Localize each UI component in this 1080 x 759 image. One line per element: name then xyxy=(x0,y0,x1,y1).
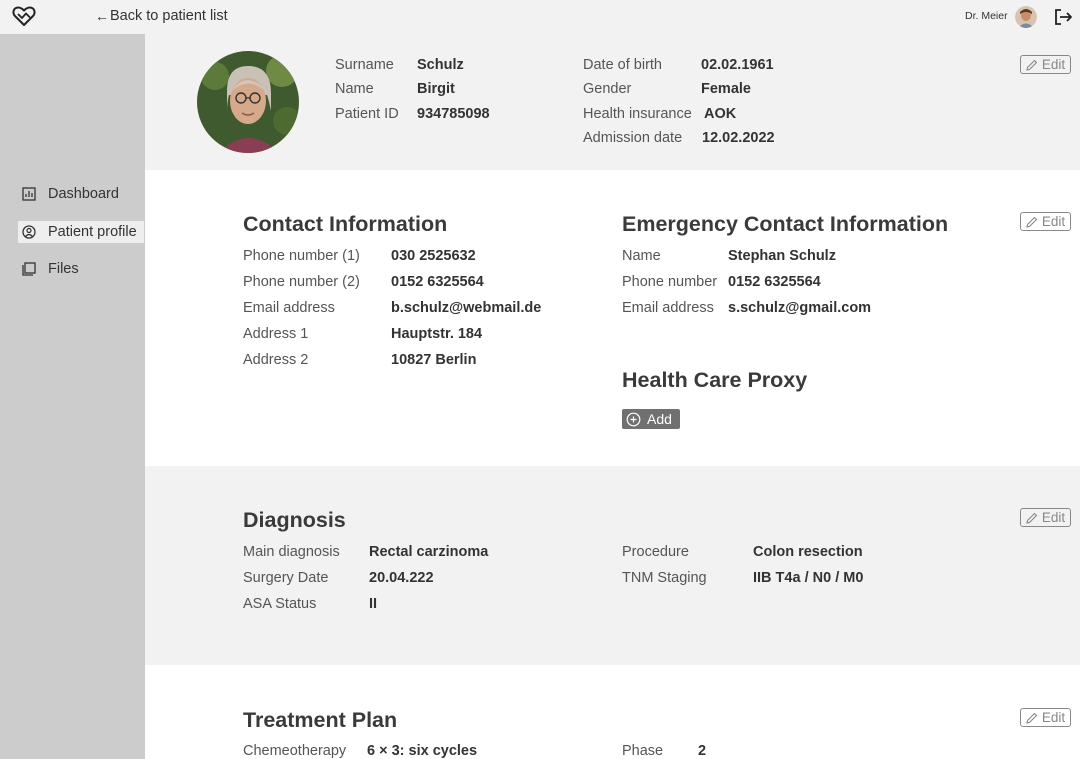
contact-row-label: Phone number (1) xyxy=(243,248,360,264)
tnm-staging-value: IIB T4a / N0 / M0 xyxy=(753,570,864,586)
tnm-staging-label: TNM Staging xyxy=(622,570,707,586)
procedure-label: Procedure xyxy=(622,544,689,560)
edit-diagnosis-button[interactable]: Edit xyxy=(1020,508,1071,527)
user-circle-icon xyxy=(22,225,36,239)
name-label: Name xyxy=(335,81,374,97)
arrow-left-icon: ← xyxy=(95,8,109,24)
diagnosis-title: Diagnosis xyxy=(243,508,346,532)
treatment-plan-title: Treatment Plan xyxy=(243,708,398,732)
heart-logo-icon[interactable] xyxy=(12,5,36,27)
main-diagnosis-label: Main diagnosis xyxy=(243,544,340,560)
plus-circle-icon xyxy=(626,412,641,426)
sidebar-item-label: Files xyxy=(48,261,79,277)
patient-id-label: Patient ID xyxy=(335,106,399,122)
gender-label: Gender xyxy=(583,81,632,97)
sidebar-item-label: Dashboard xyxy=(48,186,119,202)
emergency-row-value: Stephan Schulz xyxy=(728,248,836,264)
asa-status-label: ASA Status xyxy=(243,596,317,612)
surgery-date-label: Surgery Date xyxy=(243,570,329,586)
files-icon xyxy=(22,262,36,276)
emergency-contact-title: Emergency Contact Information xyxy=(622,212,949,236)
edit-label: Edit xyxy=(1041,214,1066,229)
surgery-date-value: 20.04.222 xyxy=(369,570,434,586)
sidebar-item-dashboard[interactable]: Dashboard xyxy=(18,183,144,205)
pencil-icon xyxy=(1026,712,1038,724)
dob-value: 02.02.1961 xyxy=(701,57,774,73)
top-bar: ← Back to patient list Dr. Meier xyxy=(0,0,1080,34)
chart-icon xyxy=(22,187,36,201)
patient-photo xyxy=(197,51,299,153)
admission-date-label: Admission date xyxy=(583,130,683,146)
contact-information-title: Contact Information xyxy=(243,212,448,236)
edit-label: Edit xyxy=(1041,510,1066,525)
phase-value: 2 xyxy=(698,743,707,759)
add-label: Add xyxy=(647,411,672,427)
edit-label: Edit xyxy=(1041,710,1066,725)
chemotherapy-value: 6 × 3: six cycles xyxy=(367,743,478,759)
surname-label: Surname xyxy=(335,57,394,73)
procedure-value: Colon resection xyxy=(753,544,863,560)
emergency-row-value: 0152 6325564 xyxy=(728,274,821,290)
emergency-row-label: Phone number xyxy=(622,274,718,290)
chemotherapy-label: Chemeotherapy xyxy=(243,743,347,759)
user-name: Dr. Meier xyxy=(965,10,1008,22)
contact-row-value: 0152 6325564 xyxy=(391,274,484,290)
edit-treatment-button[interactable]: Edit xyxy=(1020,708,1071,727)
contact-row-value: 10827 Berlin xyxy=(391,352,477,368)
back-to-patient-list-link[interactable]: ← Back to patient list xyxy=(95,8,228,24)
admission-date-value: 12.02.2022 xyxy=(702,130,775,146)
health-insurance-value: AOK xyxy=(704,106,737,122)
name-value: Birgit xyxy=(417,81,455,97)
sidebar-item-patient-profile[interactable]: Patient profile xyxy=(18,221,144,243)
pencil-icon xyxy=(1026,59,1038,71)
pencil-icon xyxy=(1026,512,1038,524)
contact-row-value: b.schulz@webmail.de xyxy=(391,300,542,316)
edit-patient-button[interactable]: Edit xyxy=(1020,55,1071,74)
emergency-row-value: s.schulz@gmail.com xyxy=(728,300,872,316)
phase-label: Phase xyxy=(622,743,664,759)
sidebar xyxy=(0,34,145,759)
dob-label: Date of birth xyxy=(583,57,662,73)
health-insurance-label: Health insurance xyxy=(583,106,692,122)
contact-row-label: Address 2 xyxy=(243,352,309,368)
add-proxy-button[interactable]: Add xyxy=(622,409,680,429)
emergency-row-label: Email address xyxy=(622,300,714,316)
diagnosis-section xyxy=(145,466,1080,665)
contact-row-label: Phone number (2) xyxy=(243,274,360,290)
contact-row-label: Email address xyxy=(243,300,335,316)
pencil-icon xyxy=(1026,216,1038,228)
logout-icon[interactable] xyxy=(1053,7,1073,27)
edit-contact-button[interactable]: Edit xyxy=(1020,212,1071,231)
back-link-label: Back to patient list xyxy=(110,8,228,24)
asa-status-value: II xyxy=(369,596,378,612)
surname-value: Schulz xyxy=(417,57,464,73)
patient-id-value: 934785098 xyxy=(417,106,490,122)
contact-row-value: 030 2525632 xyxy=(391,248,476,264)
main-diagnosis-value: Rectal carzinoma xyxy=(369,544,489,560)
health-care-proxy-title: Health Care Proxy xyxy=(622,368,808,392)
sidebar-item-label: Patient profile xyxy=(48,224,137,240)
user-avatar[interactable] xyxy=(1015,6,1037,28)
contact-row-value: Hauptstr. 184 xyxy=(391,326,483,342)
emergency-row-label: Name xyxy=(622,248,661,264)
sidebar-item-files[interactable]: Files xyxy=(18,258,144,280)
contact-row-label: Address 1 xyxy=(243,326,309,342)
edit-label: Edit xyxy=(1041,57,1066,72)
gender-value: Female xyxy=(701,81,751,97)
